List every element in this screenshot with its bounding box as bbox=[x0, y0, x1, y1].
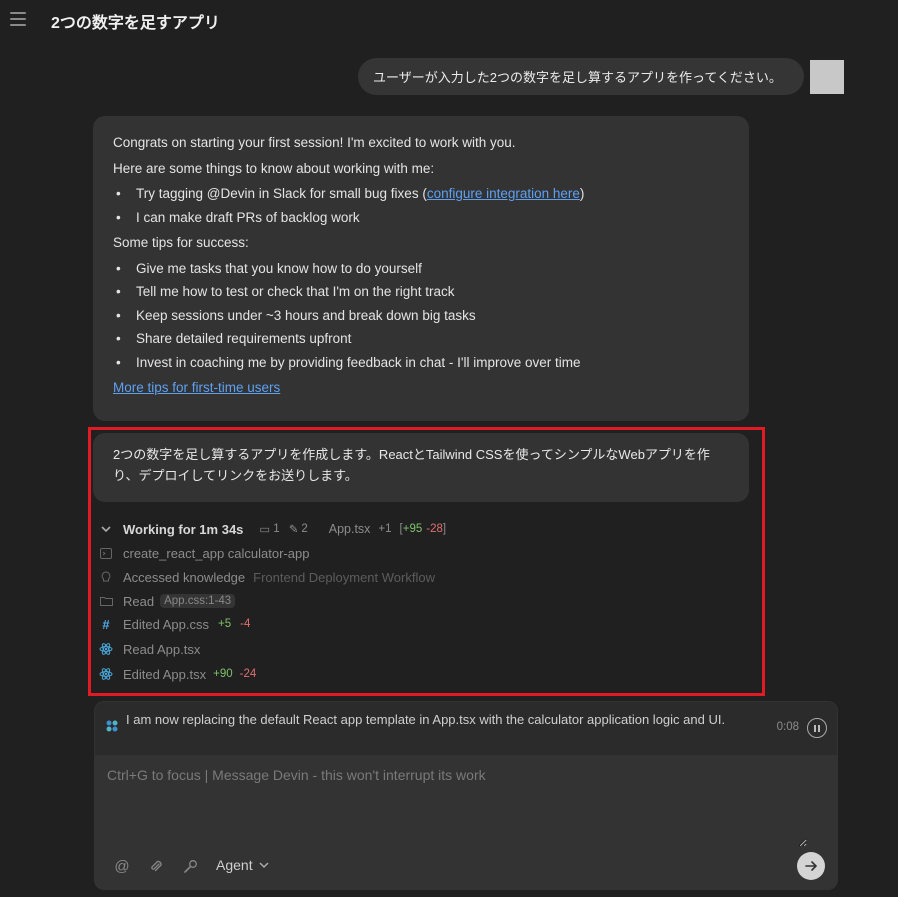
folder-icon bbox=[99, 594, 113, 608]
tips-heading: Some tips for success: bbox=[113, 235, 249, 251]
step-command: create_react_app calculator-app bbox=[123, 545, 310, 561]
edit-count: 2 bbox=[301, 523, 308, 535]
css-icon: # bbox=[102, 616, 110, 632]
page-title: 2つの数字を足すアプリ bbox=[51, 15, 220, 32]
agent-mode-label: Agent bbox=[216, 857, 253, 873]
list-item: Tell me how to test or check that I'm on… bbox=[113, 283, 729, 301]
react-icon bbox=[99, 642, 113, 656]
user-message: ユーザーが入力した2つの数字を足し算するアプリを作ってください。 bbox=[358, 58, 804, 95]
deletions-count: -24 bbox=[239, 668, 257, 680]
avatar bbox=[810, 60, 844, 94]
configure-integration-link[interactable]: configure integration here bbox=[427, 186, 580, 201]
devin-logo-icon bbox=[105, 719, 119, 738]
mention-icon[interactable]: @ bbox=[111, 855, 133, 877]
list-item: Invest in coaching me by providing feedb… bbox=[113, 354, 729, 372]
step-shell[interactable]: create_react_app calculator-app bbox=[99, 543, 309, 563]
message-input[interactable] bbox=[107, 767, 807, 847]
list-item: Share detailed requirements upfront bbox=[113, 330, 729, 348]
send-button[interactable] bbox=[797, 852, 825, 880]
deletions-count: -28 bbox=[426, 523, 443, 535]
tips-list: Give me tasks that you know how to do yo… bbox=[113, 260, 729, 372]
top-bar: 2つの数字を足すアプリ bbox=[0, 0, 898, 40]
list-item: Give me tasks that you know how to do yo… bbox=[113, 260, 729, 278]
list-item: Keep sessions under ~3 hours and break d… bbox=[113, 307, 729, 325]
list-item: Try tagging @Devin in Slack for small bu… bbox=[113, 185, 729, 203]
list-item: I can make draft PRs of backlog work bbox=[113, 209, 729, 227]
chevron-down-icon bbox=[259, 861, 269, 868]
chevron-down-icon[interactable] bbox=[99, 522, 113, 536]
more-tips-link[interactable]: More tips for first-time users bbox=[113, 379, 729, 397]
working-summary[interactable]: Working for 1m 34s ▭ 1 ✎ 2 App.tsx +1 [ … bbox=[99, 519, 446, 539]
additions-count: +5 bbox=[218, 618, 232, 630]
step-label: Read App.tsx bbox=[123, 641, 201, 657]
menu-icon[interactable] bbox=[10, 12, 26, 26]
additions-count: +90 bbox=[213, 668, 233, 680]
message-count: 1 bbox=[273, 523, 280, 535]
working-file-extra: +1 bbox=[378, 523, 392, 535]
step-label: Edited App.tsx bbox=[123, 666, 207, 682]
step-label: Accessed knowledge bbox=[123, 569, 246, 585]
file-range-chip: App.css:1-43 bbox=[160, 594, 236, 608]
working-file: App.tsx bbox=[328, 522, 371, 536]
additions-count: +95 bbox=[402, 523, 423, 535]
step-read-css[interactable]: Read App.css:1-43 bbox=[99, 591, 236, 611]
pencil-icon: ✎ bbox=[288, 524, 299, 536]
message-icon: ▭ bbox=[259, 524, 271, 536]
step-read-tsx[interactable]: Read App.tsx bbox=[99, 639, 200, 659]
deletions-count: -4 bbox=[240, 618, 251, 630]
wrench-icon[interactable] bbox=[179, 855, 201, 877]
agent-status-bar: I am now replacing the default React app… bbox=[94, 701, 838, 755]
lightbulb-icon bbox=[99, 570, 113, 584]
step-label: Read bbox=[123, 593, 155, 609]
devin-reply: 2つの数字を足し算するアプリを作成します。ReactとTailwind CSSを… bbox=[93, 433, 749, 502]
terminal-icon bbox=[99, 546, 113, 560]
working-label: Working for 1m 34s bbox=[123, 521, 244, 537]
step-edit-tsx[interactable]: Edited App.tsx +90 -24 bbox=[99, 664, 256, 684]
arrow-right-icon bbox=[805, 861, 817, 871]
pause-button[interactable] bbox=[807, 718, 827, 738]
step-detail: Frontend Deployment Workflow bbox=[253, 569, 435, 585]
attachment-icon[interactable] bbox=[145, 855, 167, 877]
status-text: I am now replacing the default React app… bbox=[126, 712, 726, 727]
intro-things-list: Try tagging @Devin in Slack for small bu… bbox=[113, 185, 729, 226]
intro-greeting: Congrats on starting your first session!… bbox=[113, 135, 516, 150]
react-icon bbox=[99, 667, 113, 681]
step-edit-css[interactable]: # Edited App.css +5 -4 bbox=[99, 614, 250, 634]
step-label: Edited App.css bbox=[123, 616, 209, 632]
step-knowledge[interactable]: Accessed knowledge Frontend Deployment W… bbox=[99, 567, 435, 587]
elapsed-time: 0:08 bbox=[776, 721, 799, 733]
intro-things-heading: Here are some things to know about worki… bbox=[113, 160, 435, 176]
intro-message: Congrats on starting your first session!… bbox=[93, 116, 749, 421]
message-composer: @ Agent bbox=[94, 755, 838, 890]
agent-mode-select[interactable]: Agent bbox=[216, 857, 269, 873]
